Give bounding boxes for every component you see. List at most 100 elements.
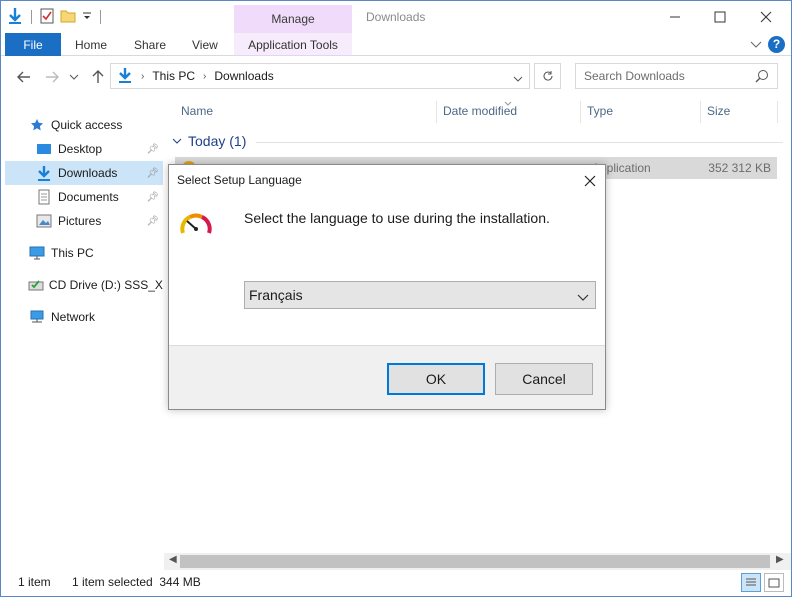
quick-access-toolbar (7, 6, 103, 28)
help-button[interactable]: ? (768, 36, 785, 53)
new-folder-icon[interactable] (60, 9, 76, 26)
ok-button[interactable]: OK (387, 363, 485, 395)
pin-icon[interactable]: 📌︎ (146, 144, 159, 155)
sidebar-item-label: Network (51, 310, 96, 324)
column-header-date-modified[interactable]: Date modified (437, 101, 581, 123)
dialog-close-button[interactable] (577, 168, 603, 194)
download-icon (34, 165, 54, 181)
address-dropdown-icon[interactable] (513, 72, 523, 86)
breadcrumb-downloads[interactable]: Downloads (214, 69, 273, 83)
customize-toolbar-icon[interactable] (82, 10, 92, 25)
details-view-icon (746, 578, 756, 585)
sidebar-item-label: Documents (58, 190, 119, 204)
sidebar-item-desktop[interactable]: Desktop 📌︎ (5, 137, 163, 161)
minimize-button[interactable] (652, 5, 698, 29)
breadcrumb-this-pc[interactable]: This PC (152, 69, 195, 83)
sidebar-item-quick-access[interactable]: Quick access (5, 113, 163, 137)
toolbar-separator (100, 10, 101, 24)
expand-ribbon-icon[interactable] (750, 38, 762, 52)
close-icon (760, 11, 772, 23)
cd-drive-icon (27, 277, 45, 293)
setup-gauge-icon (179, 209, 213, 242)
pin-icon[interactable]: 📌︎ (146, 216, 159, 227)
star-icon (27, 117, 47, 133)
documents-icon (34, 189, 54, 205)
address-bar[interactable]: › This PC › Downloads (110, 63, 530, 89)
chevron-down-icon (172, 138, 182, 144)
sidebar-item-label: Quick access (51, 118, 123, 132)
file-explorer-window: Manage Downloads File Home Share View Ap… (0, 0, 792, 597)
column-header-name[interactable]: Name (175, 101, 437, 123)
column-header-type[interactable]: Type (581, 101, 701, 123)
navigation-pane: Quick access Desktop 📌︎ Downloads 📌︎ Doc… (1, 109, 163, 561)
maximize-button[interactable] (697, 5, 743, 29)
group-header-today[interactable]: Today (1) (172, 133, 246, 149)
sidebar-item-label: Desktop (58, 142, 103, 156)
status-bar: 1 item 1 item selected 344 MB (1, 571, 791, 596)
toolbar-separator (31, 10, 32, 24)
dialog-title: Select Setup Language (177, 173, 302, 187)
tab-home[interactable]: Home (75, 33, 107, 56)
scrollbar-thumb[interactable] (180, 555, 770, 568)
ribbon-tabs: File Home Share View Application Tools ? (1, 33, 791, 56)
chevron-down-icon (69, 74, 79, 80)
forward-button[interactable] (42, 67, 62, 87)
up-button[interactable] (88, 67, 108, 87)
breadcrumb-separator-icon: › (203, 70, 207, 82)
dialog-footer: OK Cancel (169, 345, 605, 409)
group-divider (256, 142, 783, 143)
search-input[interactable] (584, 64, 754, 88)
sidebar-item-this-pc[interactable]: This PC (5, 241, 163, 265)
search-icon (755, 69, 769, 86)
tab-view[interactable]: View (192, 33, 218, 56)
sidebar-item-label: This PC (51, 246, 94, 260)
manage-tab[interactable]: Manage (234, 5, 352, 33)
large-icons-view-button[interactable] (764, 573, 784, 592)
back-button[interactable] (14, 67, 34, 87)
title-bar: Manage Downloads (1, 1, 791, 33)
status-item-count: 1 item (18, 575, 51, 589)
search-box[interactable] (575, 63, 778, 89)
minimize-icon (670, 16, 680, 18)
large-icons-view-icon (768, 578, 780, 587)
download-arrow-icon[interactable] (7, 7, 23, 28)
scroll-left-icon[interactable]: ◀ (169, 554, 177, 565)
tab-file[interactable]: File (5, 33, 61, 56)
desktop-icon (34, 141, 54, 157)
close-button[interactable] (743, 5, 789, 29)
computer-icon (27, 245, 47, 261)
sidebar-item-label: CD Drive (D:) SSS_X64 (48, 278, 163, 292)
scroll-right-icon[interactable]: ▶ (776, 554, 784, 565)
setup-language-dialog: Select Setup Language Select the languag… (168, 164, 606, 410)
recent-locations-button[interactable] (64, 67, 84, 87)
tab-share[interactable]: Share (134, 33, 166, 56)
dialog-body: Select the language to use during the in… (169, 195, 605, 345)
horizontal-scrollbar[interactable]: ◀ ▶ (164, 553, 791, 570)
pin-icon[interactable]: 📌︎ (146, 168, 159, 179)
sidebar-item-downloads[interactable]: Downloads 📌︎ (5, 161, 163, 185)
cancel-button[interactable]: Cancel (495, 363, 593, 395)
properties-icon[interactable] (40, 8, 54, 27)
language-select-value: Français (249, 287, 303, 303)
sidebar-item-documents[interactable]: Documents 📌︎ (5, 185, 163, 209)
refresh-button[interactable] (534, 63, 561, 89)
details-view-button[interactable] (741, 573, 761, 592)
back-arrow-icon (17, 71, 30, 83)
sidebar-item-pictures[interactable]: Pictures 📌︎ (5, 209, 163, 233)
close-icon (584, 175, 596, 187)
tab-application-tools[interactable]: Application Tools (234, 33, 352, 56)
up-arrow-icon (92, 70, 104, 83)
refresh-icon (543, 71, 553, 81)
breadcrumb-separator-icon: › (141, 70, 145, 82)
sidebar-item-label: Downloads (58, 166, 118, 180)
sidebar-item-cd-drive[interactable]: CD Drive (D:) SSS_X64 (5, 273, 163, 297)
chevron-down-icon (577, 289, 589, 305)
column-header-size[interactable]: Size (701, 101, 778, 123)
dialog-message: Select the language to use during the in… (244, 210, 550, 226)
pictures-icon (34, 213, 54, 229)
maximize-icon (714, 11, 726, 23)
pin-icon[interactable]: 📌︎ (146, 192, 159, 203)
language-select[interactable]: Français (244, 281, 596, 309)
navigation-bar: › This PC › Downloads (1, 61, 791, 93)
sidebar-item-network[interactable]: Network (5, 305, 163, 329)
